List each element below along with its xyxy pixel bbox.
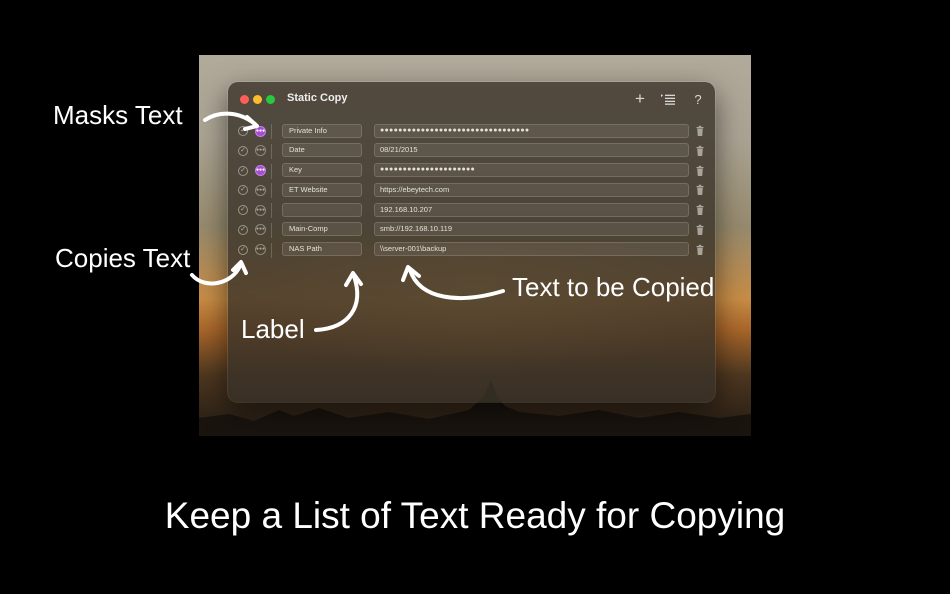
item-list: ✓ ●●● Private Info ●●●●●●●●●●●●●●●●●●●●●●●●… — [228, 122, 715, 261]
text-field[interactable]: \\server-001\backup — [374, 242, 689, 257]
mask-toggle-icon[interactable]: ●●● — [255, 165, 266, 177]
trash-icon[interactable] — [694, 244, 706, 256]
label-field[interactable]: NAS Path — [282, 242, 362, 257]
mask-toggle-icon[interactable]: ●●● — [255, 184, 266, 196]
row-divider — [271, 163, 272, 179]
list-item: ✓ ●●● Key ●●●●●●●●●●●●●●●●●●●●● — [228, 162, 715, 182]
zoom-button[interactable] — [266, 95, 275, 104]
row-divider — [271, 203, 272, 219]
mask-toggle-icon[interactable]: ●●● — [255, 224, 266, 236]
annotation-masks-text: Masks Text — [53, 100, 183, 130]
annotation-copies-text: Copies Text — [55, 243, 191, 273]
title-bar: Static Copy + ? — [228, 82, 715, 118]
add-item-button[interactable]: + — [631, 90, 649, 108]
tagline: Keep a List of Text Ready for Copying — [164, 495, 786, 536]
copy-check-icon[interactable]: ✓ — [238, 145, 248, 156]
label-field[interactable] — [282, 202, 362, 217]
trash-icon[interactable] — [694, 125, 706, 137]
close-button[interactable] — [240, 95, 249, 104]
list-icon[interactable] — [659, 90, 677, 108]
label-field[interactable]: Main-Comp — [282, 222, 362, 237]
mask-toggle-icon[interactable]: ●●● — [255, 244, 266, 256]
copy-check-icon[interactable]: ✓ — [238, 205, 248, 216]
list-item: ✓ ●●● Main-Comp smb://192.168.10.119 — [228, 221, 715, 241]
minimize-button[interactable] — [253, 95, 262, 104]
copy-check-icon[interactable]: ✓ — [238, 224, 248, 235]
copy-check-icon[interactable]: ✓ — [238, 126, 248, 136]
list-item: ✓ ●●● Date 08/21/2015 — [228, 142, 715, 162]
mask-toggle-icon[interactable]: ●●● — [255, 125, 266, 137]
label-field[interactable]: Date — [282, 143, 362, 158]
help-button[interactable]: ? — [689, 90, 707, 108]
list-item: ✓ ●●● ET Website https://ebeytech.com — [228, 181, 715, 201]
trash-icon[interactable] — [694, 165, 706, 177]
mask-toggle-icon[interactable]: ●●● — [255, 204, 266, 216]
trash-icon[interactable] — [694, 145, 706, 157]
trash-icon[interactable] — [694, 184, 706, 196]
static-copy-window: Static Copy + ? ✓ ●●● Private Info ●●●●●●●●… — [228, 82, 715, 402]
copy-check-icon[interactable]: ✓ — [238, 244, 248, 255]
text-field[interactable]: ●●●●●●●●●●●●●●●●●●●●● — [374, 163, 689, 178]
text-field[interactable]: ●●●●●●●●●●●●●●●●●●●●●●●●●●●●●●●●● — [374, 123, 689, 138]
text-field[interactable]: 08/21/2015 — [374, 143, 689, 158]
mask-toggle-icon[interactable]: ●●● — [255, 145, 266, 157]
label-field[interactable]: Private Info — [282, 123, 362, 138]
list-item: ✓ ●●● 192.168.10.207 — [228, 201, 715, 221]
annotation-label: Label — [241, 314, 305, 344]
label-field[interactable]: Key — [282, 163, 362, 178]
row-divider — [271, 222, 272, 238]
text-field[interactable]: https://ebeytech.com — [374, 182, 689, 197]
copy-check-icon[interactable]: ✓ — [238, 165, 248, 176]
list-item: ✓ ●●● Private Info ●●●●●●●●●●●●●●●●●●●●●●●●… — [228, 122, 715, 142]
text-field[interactable]: smb://192.168.10.119 — [374, 222, 689, 237]
row-divider — [271, 242, 272, 258]
row-divider — [271, 124, 272, 139]
trash-icon[interactable] — [694, 204, 706, 216]
window-title: Static Copy — [287, 92, 348, 104]
copy-check-icon[interactable]: ✓ — [238, 185, 248, 196]
list-item: ✓ ●●● NAS Path \\server-001\backup — [228, 241, 715, 261]
label-field[interactable]: ET Website — [282, 182, 362, 197]
text-field[interactable]: 192.168.10.207 — [374, 202, 689, 217]
row-divider — [271, 183, 272, 199]
row-divider — [271, 143, 272, 159]
trash-icon[interactable] — [694, 224, 706, 236]
annotation-text-to-be-copied: Text to be Copied — [512, 272, 715, 302]
